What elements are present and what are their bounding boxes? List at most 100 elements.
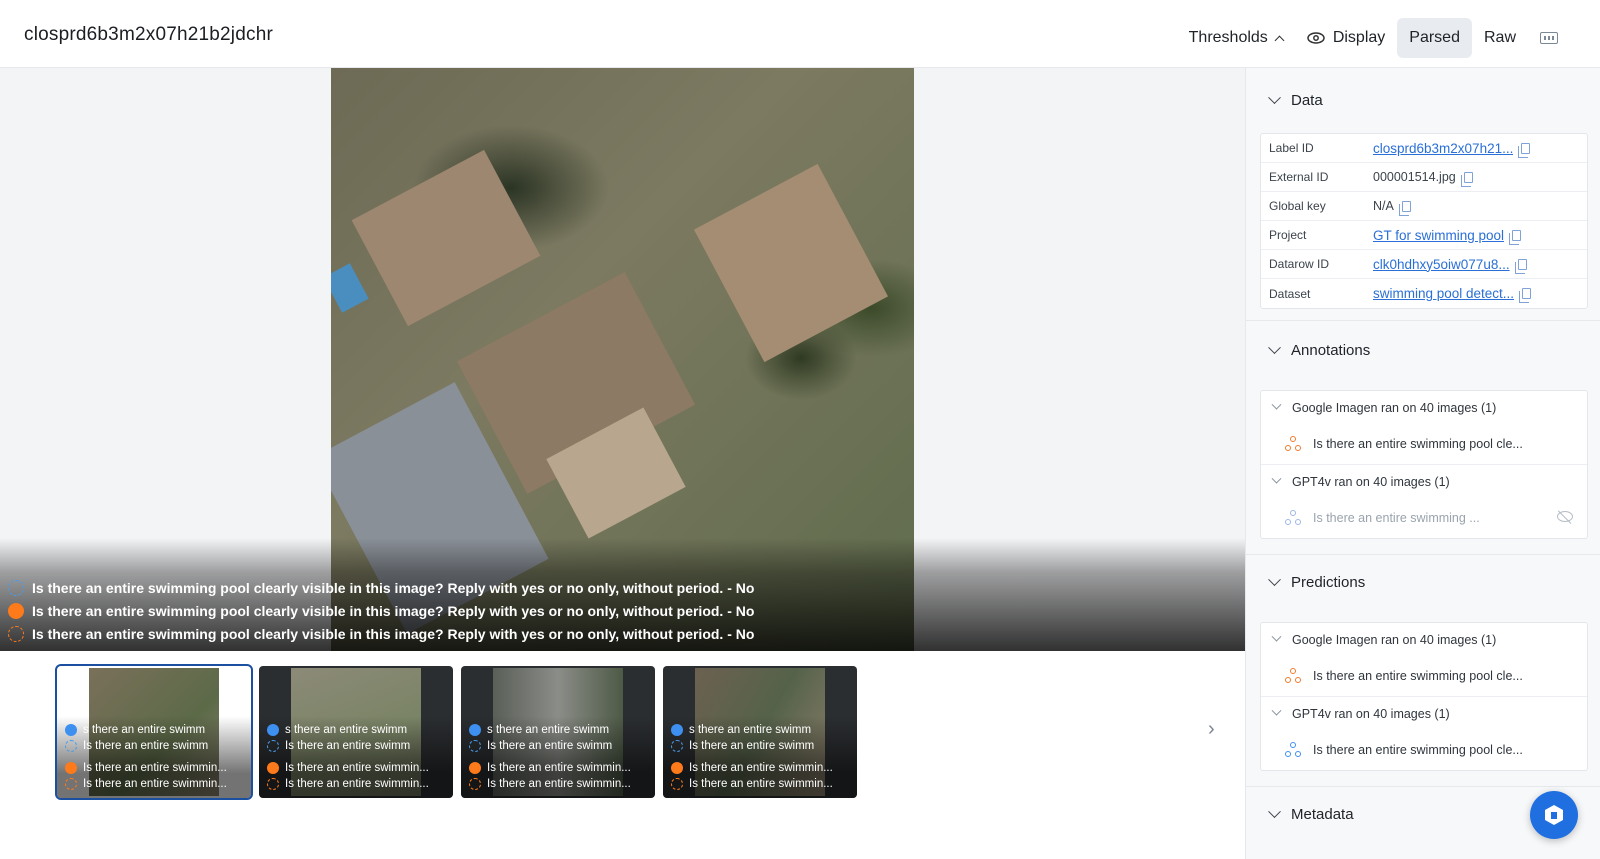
section-title: Metadata — [1291, 806, 1354, 823]
copy-icon[interactable] — [1509, 229, 1522, 245]
classification-label-text: Is there an entire swimming pool clearly… — [32, 579, 755, 596]
data-key: Project — [1269, 228, 1307, 242]
keyboard-icon — [1540, 32, 1558, 44]
details-sidebar: Data Label ID closprd6b3m2x07h21... Exte… — [1245, 68, 1600, 859]
display-button[interactable]: Display — [1295, 18, 1397, 58]
copy-icon[interactable] — [1460, 171, 1473, 187]
classification-label[interactable]: Is there an entire swimming pool clearly… — [8, 576, 754, 599]
chevron-down-icon — [1268, 573, 1281, 587]
thumbnail-label: Is there an entire swimm — [671, 740, 857, 752]
section-data-toggle[interactable]: Data — [1268, 91, 1323, 109]
thumbnail[interactable]: s there an entire swimm Is there an enti… — [55, 664, 253, 800]
global-key-value: N/A — [1373, 199, 1394, 213]
model-dot-icon — [469, 778, 481, 790]
model-dot-icon — [671, 778, 683, 790]
data-key: Global key — [1269, 199, 1326, 213]
chevron-right-icon[interactable]: › — [1208, 718, 1215, 741]
data-row: External ID 000001514.jpg — [1261, 163, 1587, 192]
thumbnail-label: s there an entire swimm — [469, 724, 655, 736]
prediction-group-toggle[interactable]: GPT4v ran on 40 images (1) — [1261, 697, 1587, 730]
data-key: Label ID — [1269, 141, 1314, 155]
model-dot-icon — [267, 724, 279, 736]
classification-icon — [1285, 436, 1301, 452]
eye-off-icon[interactable] — [1557, 511, 1573, 522]
section-metadata-toggle[interactable]: Metadata — [1268, 805, 1354, 823]
predictions-list: Google Imagen ran on 40 images (1) Is th… — [1260, 622, 1588, 771]
annotation-item[interactable]: Is there an entire swimming ... — [1261, 498, 1587, 538]
section-title: Annotations — [1291, 342, 1371, 359]
classification-icon — [1285, 510, 1301, 526]
top-bar: closprd6b3m2x07h21b2jdchr Thresholds Dis… — [0, 0, 1600, 68]
data-row: Label ID closprd6b3m2x07h21... — [1261, 134, 1587, 163]
annotations-list: Google Imagen ran on 40 images (1) Is th… — [1260, 390, 1588, 539]
model-dot-icon — [671, 740, 683, 752]
classification-label-text: Is there an entire swimming pool clearly… — [32, 602, 755, 619]
thumbnail-label: Is there an entire swimm — [267, 740, 453, 752]
classification-label[interactable]: Is there an entire swimming pool clearly… — [8, 599, 754, 622]
thumbnail-label: Is there an entire swimm — [469, 740, 655, 752]
prediction-group: GPT4v ran on 40 images (1) Is there an e… — [1261, 697, 1587, 770]
thumbnail[interactable]: s there an entire swimm Is there an enti… — [663, 666, 857, 798]
annotation-group-toggle[interactable]: GPT4v ran on 40 images (1) — [1261, 465, 1587, 498]
annotation-group-title: GPT4v ran on 40 images (1) — [1292, 474, 1450, 489]
annotation-group-toggle[interactable]: Google Imagen ran on 40 images (1) — [1261, 391, 1587, 424]
display-label: Display — [1332, 29, 1386, 46]
keyboard-shortcuts-button[interactable] — [1528, 18, 1570, 58]
section-predictions-toggle[interactable]: Predictions — [1268, 573, 1366, 591]
section-divider — [1246, 554, 1600, 555]
annotation-item-text: Is there an entire swimming ... — [1313, 511, 1480, 525]
data-row: Project GT for swimming pool — [1261, 221, 1587, 250]
model-dot-icon — [267, 762, 279, 774]
classification-label[interactable]: Is there an entire swimming pool clearly… — [8, 622, 754, 645]
thumbnail-label: Is there an entire swimmin... — [671, 762, 857, 774]
prediction-item-text: Is there an entire swimming pool cle... — [1313, 669, 1523, 683]
annotation-item[interactable]: Is there an entire swimming pool cle... — [1261, 424, 1587, 464]
datarow-id-link[interactable]: clk0hdhxy5oiw077u8... — [1373, 257, 1510, 272]
copy-icon[interactable] — [1519, 288, 1532, 303]
chevron-down-icon — [1271, 631, 1282, 642]
model-dot-icon — [469, 740, 481, 752]
app-logo-icon — [1545, 805, 1563, 825]
model-dot-icon — [8, 579, 24, 596]
prediction-item[interactable]: Is there an entire swimming pool cle... — [1261, 730, 1587, 770]
prediction-group-toggle[interactable]: Google Imagen ran on 40 images (1) — [1261, 623, 1587, 656]
label-id-link[interactable]: closprd6b3m2x07h21... — [1373, 141, 1513, 156]
thumbnail[interactable]: s there an entire swimm Is there an enti… — [259, 666, 453, 798]
chevron-down-icon — [1271, 473, 1282, 484]
classification-label-text: Is there an entire swimming pool clearly… — [32, 625, 755, 642]
chevron-down-icon — [1268, 341, 1281, 355]
copy-icon[interactable] — [1514, 258, 1527, 274]
classification-icon — [1285, 742, 1301, 758]
chevron-up-icon — [1274, 35, 1285, 45]
raw-button[interactable]: Raw — [1472, 18, 1528, 58]
help-chat-button[interactable] — [1530, 791, 1578, 839]
model-dot-icon — [8, 625, 24, 642]
annotation-item-text: Is there an entire swimming pool cle... — [1313, 437, 1523, 451]
copy-icon[interactable] — [1398, 200, 1411, 216]
thumbnail-label: s there an entire swimm — [267, 724, 453, 736]
prediction-item[interactable]: Is there an entire swimming pool cle... — [1261, 656, 1587, 696]
copy-icon[interactable] — [1518, 142, 1531, 158]
section-annotations-toggle[interactable]: Annotations — [1268, 341, 1371, 359]
annotation-group: Google Imagen ran on 40 images (1) Is th… — [1261, 391, 1587, 465]
project-link[interactable]: GT for swimming pool — [1373, 228, 1504, 243]
model-dot-icon — [65, 740, 77, 752]
dataset-link[interactable]: swimming pool detect... — [1373, 286, 1514, 301]
image-canvas[interactable]: Is there an entire swimming pool clearly… — [0, 68, 1245, 651]
classification-labels: Is there an entire swimming pool clearly… — [8, 576, 754, 645]
model-dot-icon — [65, 778, 77, 790]
thumbnail-label: Is there an entire swimmin... — [267, 762, 453, 774]
parsed-button[interactable]: Parsed — [1397, 18, 1472, 58]
annotation-group-title: Google Imagen ran on 40 images (1) — [1292, 400, 1497, 415]
thumbnail[interactable]: s there an entire swimm Is there an enti… — [461, 666, 655, 798]
thumbnail-label: Is there an entire swimmin... — [267, 778, 453, 790]
data-key: Dataset — [1269, 286, 1311, 301]
thresholds-button[interactable]: Thresholds — [1177, 18, 1295, 58]
model-dot-icon — [267, 778, 279, 790]
data-row: Global key N/A — [1261, 192, 1587, 221]
section-title: Predictions — [1291, 574, 1366, 591]
roof-shape — [351, 149, 541, 327]
roof-shape — [693, 163, 889, 363]
annotation-group: GPT4v ran on 40 images (1) Is there an e… — [1261, 465, 1587, 538]
prediction-item-text: Is there an entire swimming pool cle... — [1313, 743, 1523, 757]
